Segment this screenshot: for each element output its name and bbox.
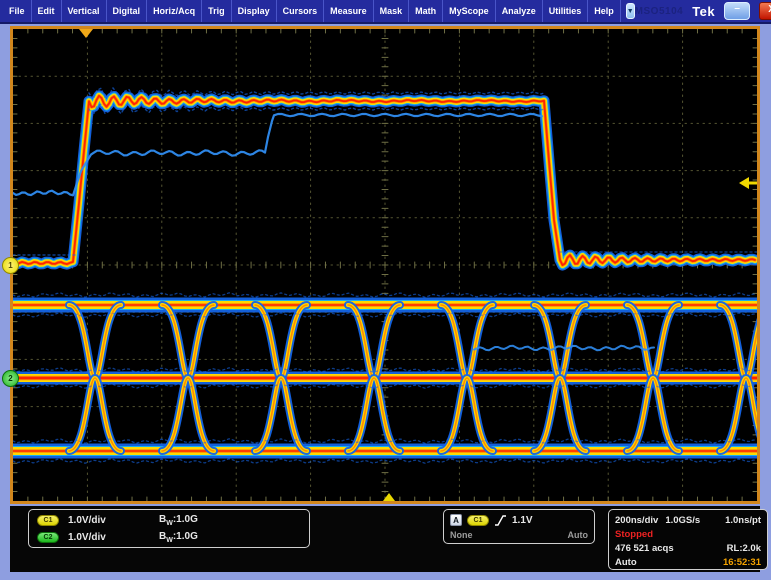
- clock: 16:52:31: [723, 557, 761, 568]
- trigger-a-badge: A: [450, 514, 462, 526]
- menu-item-trig[interactable]: Trig: [202, 0, 232, 22]
- acquisition-state: Stopped: [615, 529, 653, 540]
- menu-overflow-button[interactable]: ▼: [626, 3, 635, 19]
- trigger-source-badge[interactable]: C1: [467, 515, 489, 526]
- trigger-mode-left: None: [450, 530, 473, 540]
- ch2-ground-marker[interactable]: 2: [2, 370, 19, 387]
- channel-readout-panel[interactable]: C1 1.0V/div BW:1.0G C2 1.0V/div BW:1.0G: [28, 509, 310, 548]
- trigger-mode-row: None Auto: [450, 528, 588, 541]
- menu-item-myscope[interactable]: MyScope: [443, 0, 496, 22]
- timebase-row: 200ns/div 1.0GS/s 1.0ns/pt: [615, 513, 761, 527]
- trigger-level-arrow: [739, 177, 749, 189]
- tek-logo: Tek: [692, 4, 715, 19]
- acquisition-readout-panel[interactable]: 200ns/div 1.0GS/s 1.0ns/pt Stopped 476 5…: [608, 509, 768, 570]
- minimize-button[interactable]: –: [724, 2, 750, 20]
- trigger-mode: Auto: [615, 557, 637, 568]
- menu-item-cursors[interactable]: Cursors: [277, 0, 325, 22]
- menu-item-measure[interactable]: Measure: [324, 0, 374, 22]
- timebase: 200ns/div: [615, 515, 658, 526]
- ch2-readout-row[interactable]: C2 1.0V/div BW:1.0G: [29, 529, 309, 546]
- menu-item-help[interactable]: Help: [588, 0, 621, 22]
- menu-item-horiz-acq[interactable]: Horiz/Acq: [147, 0, 202, 22]
- model-watermark: MSO5104: [635, 6, 684, 17]
- acq-state-row: Stopped: [615, 527, 761, 541]
- trigger-settings-row: A C1 1.1V: [450, 512, 588, 528]
- trigger-position-marker: [79, 29, 93, 38]
- menu-item-analyze[interactable]: Analyze: [496, 0, 543, 22]
- menu-item-math[interactable]: Math: [409, 0, 443, 22]
- ch1-bandwidth: BW:1.0G: [159, 514, 198, 527]
- menu-item-vertical[interactable]: Vertical: [62, 0, 107, 22]
- menu-items: FileEditVerticalDigitalHoriz/AcqTrigDisp…: [3, 0, 621, 22]
- trigger-mode-right: Auto: [568, 530, 589, 540]
- close-button[interactable]: X: [759, 2, 771, 20]
- menu-item-edit[interactable]: Edit: [32, 0, 62, 22]
- rising-edge-icon: [494, 514, 507, 527]
- waveform-display[interactable]: [10, 26, 760, 504]
- menubar: FileEditVerticalDigitalHoriz/AcqTrigDisp…: [0, 0, 771, 24]
- ch1-ground-marker[interactable]: 1: [2, 257, 19, 274]
- acquisition-count: 476 521 acqs: [615, 543, 674, 554]
- sample-resolution: 1.0ns/pt: [725, 515, 761, 526]
- ch2-badge[interactable]: C2: [37, 532, 59, 543]
- ch1-bw-sub: W: [166, 520, 173, 527]
- ch1-scale: 1.0V/div: [68, 515, 106, 526]
- ch2-scale: 1.0V/div: [68, 532, 106, 543]
- menu-item-display[interactable]: Display: [232, 0, 277, 22]
- titlebar-right: MSO5104 Tek – X: [635, 2, 771, 20]
- ch1-bw-value: :1.0G: [173, 514, 198, 525]
- acq-count-row: 476 521 acqs RL:2.0k: [615, 541, 761, 555]
- menu-item-mask[interactable]: Mask: [374, 0, 410, 22]
- menu-item-digital[interactable]: Digital: [107, 0, 148, 22]
- ch2-bw-sub: W: [166, 537, 173, 544]
- trigger-readout-panel[interactable]: A C1 1.1V None Auto: [443, 509, 595, 544]
- ch1-readout-row[interactable]: C1 1.0V/div BW:1.0G: [29, 512, 309, 529]
- sample-rate: 1.0GS/s: [665, 515, 700, 526]
- ch1-badge[interactable]: C1: [37, 515, 59, 526]
- ch2-bandwidth: BW:1.0G: [159, 531, 198, 544]
- eye-pattern: [13, 293, 757, 463]
- menu-item-file[interactable]: File: [3, 0, 32, 22]
- readout-bar: C1 1.0V/div BW:1.0G C2 1.0V/div BW:1.0G …: [10, 506, 760, 572]
- record-length: RL:2.0k: [727, 543, 761, 554]
- menu-item-utilities[interactable]: Utilities: [543, 0, 589, 22]
- ch2-bw-value: :1.0G: [173, 531, 198, 542]
- graticule-canvas: [13, 29, 757, 501]
- trig-mode-row: Auto 16:52:31: [615, 555, 761, 569]
- trigger-level: 1.1V: [512, 515, 533, 526]
